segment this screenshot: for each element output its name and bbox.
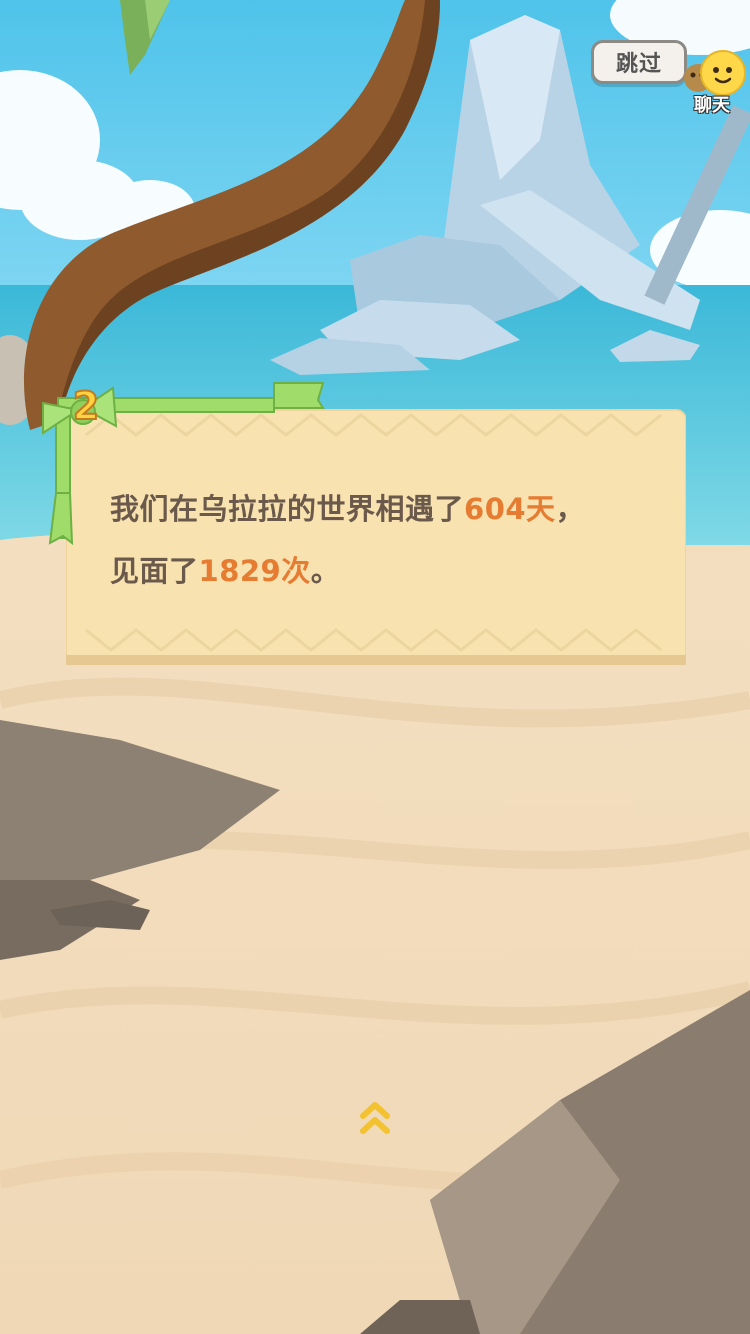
card-line-1: 我们在乌拉拉的世界相遇了604天， xyxy=(110,478,670,540)
line1-suffix: ， xyxy=(555,492,586,526)
card-message: 我们在乌拉拉的世界相遇了604天， 见面了1829次。 xyxy=(110,478,670,602)
card-line-2: 见面了1829次。 xyxy=(110,540,670,602)
line2-suffix: 。 xyxy=(310,554,341,588)
line2-prefix: 见面了 xyxy=(110,554,199,588)
days-count: 604天 xyxy=(464,492,556,526)
skip-button[interactable]: 跳过 xyxy=(591,40,687,84)
line1-prefix: 我们在乌拉拉的世界相遇了 xyxy=(110,492,465,526)
chat-button[interactable]: 聊天 xyxy=(676,48,748,116)
times-count: 1829次 xyxy=(198,554,311,588)
chat-label: 聊天 xyxy=(694,95,730,116)
double-chevron-up-icon[interactable] xyxy=(358,1098,392,1138)
badge-number: 2 xyxy=(72,383,100,429)
chick-emoji-icon xyxy=(684,50,746,96)
